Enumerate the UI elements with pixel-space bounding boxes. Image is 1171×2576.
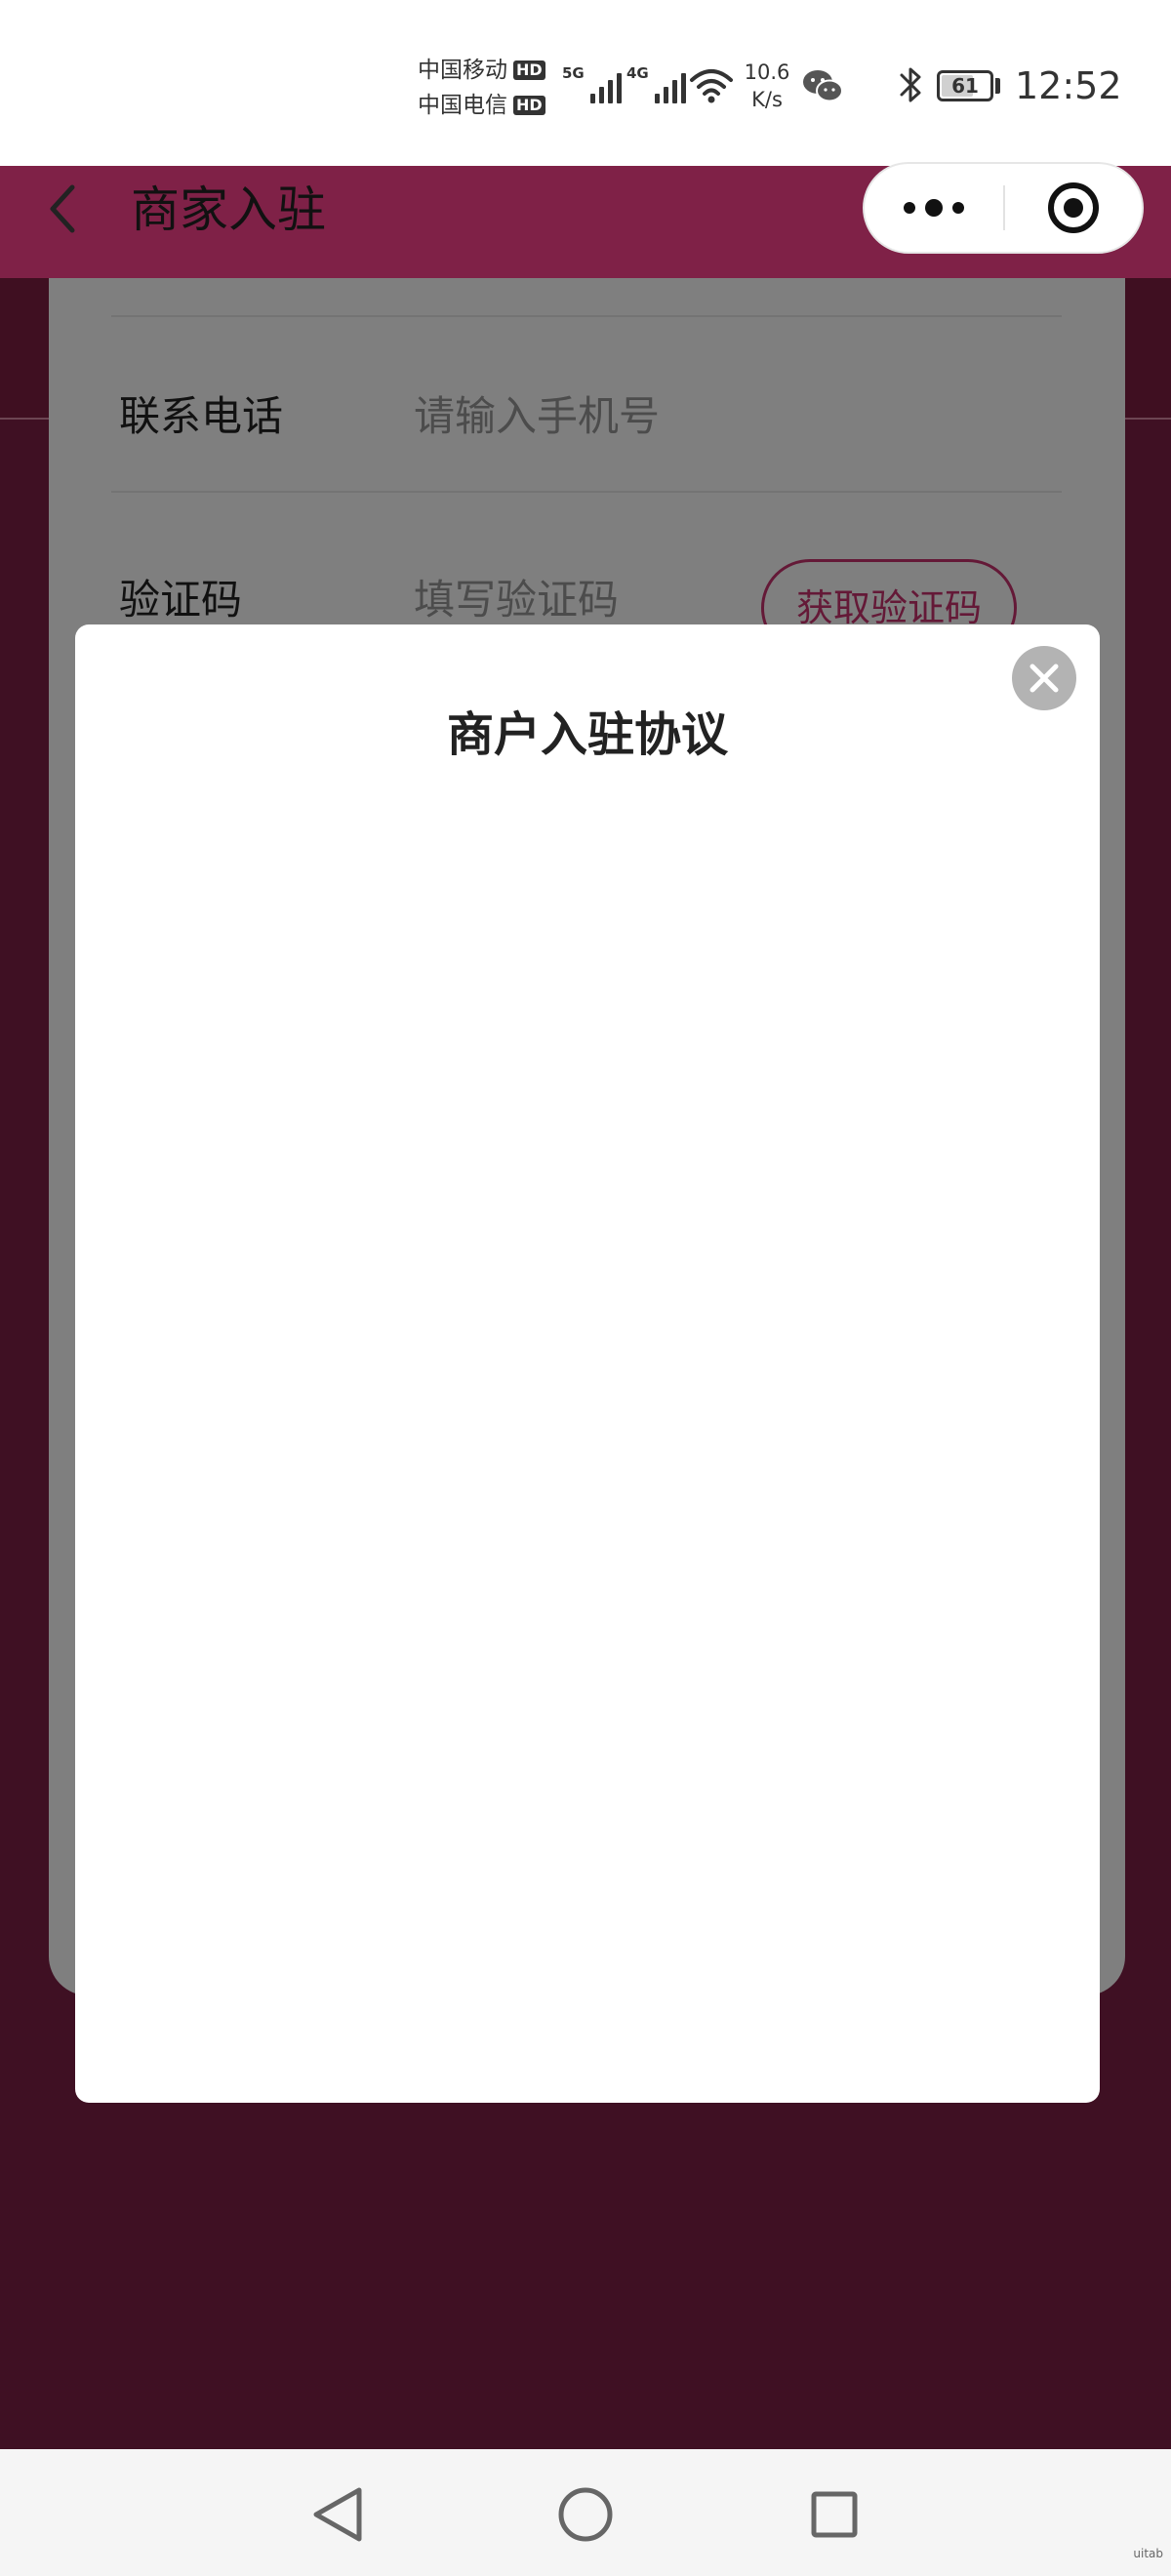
- more-dots-icon: [904, 199, 964, 217]
- system-navigation-bar: uitab: [0, 2449, 1171, 2576]
- chevron-left-icon[interactable]: [45, 181, 80, 236]
- battery-level: 61: [951, 74, 979, 98]
- clock: 12:52: [1015, 64, 1122, 107]
- agreement-modal: 商户入驻协议: [75, 624, 1100, 2103]
- status-bar: 中国移动 HD 中国电信 HD 5G 4G 10.6 K/s 61 12:52 …: [0, 0, 1171, 254]
- signal-5g-icon: 5G: [562, 64, 622, 103]
- carrier-info: 中国移动 HD 中国电信 HD: [418, 53, 545, 123]
- triangle-back-icon[interactable]: [293, 2471, 381, 2558]
- net-speed-unit: K/s: [751, 88, 783, 111]
- signal-label: 4G: [626, 64, 649, 82]
- watermark: uitab: [1133, 2547, 1163, 2560]
- target-icon: [1048, 182, 1099, 233]
- battery-icon: 61: [937, 70, 993, 101]
- circle-home-icon[interactable]: [542, 2471, 629, 2558]
- signal-4g-icon: 4G: [626, 64, 686, 103]
- modal-title: 商户入驻协议: [446, 707, 728, 762]
- net-speed-value: 10.6: [744, 60, 790, 84]
- mini-program-capsule: [863, 162, 1144, 254]
- wifi-icon: [690, 69, 733, 103]
- page-title: 商家入驻: [131, 181, 326, 238]
- carrier-1: 中国移动: [418, 58, 507, 83]
- hd-badge: HD: [513, 60, 545, 80]
- signal-label: 5G: [562, 64, 585, 82]
- bluetooth-icon: [900, 67, 921, 102]
- hd-badge: HD: [513, 96, 545, 115]
- carrier-2: 中国电信: [418, 93, 507, 118]
- wechat-icon: [803, 70, 843, 102]
- net-speed: 10.6 K/s: [740, 59, 794, 113]
- square-recent-icon[interactable]: [790, 2471, 878, 2558]
- more-button[interactable]: [865, 164, 1003, 252]
- close-mini-program-button[interactable]: [1005, 164, 1142, 252]
- battery-tip: [995, 78, 1000, 94]
